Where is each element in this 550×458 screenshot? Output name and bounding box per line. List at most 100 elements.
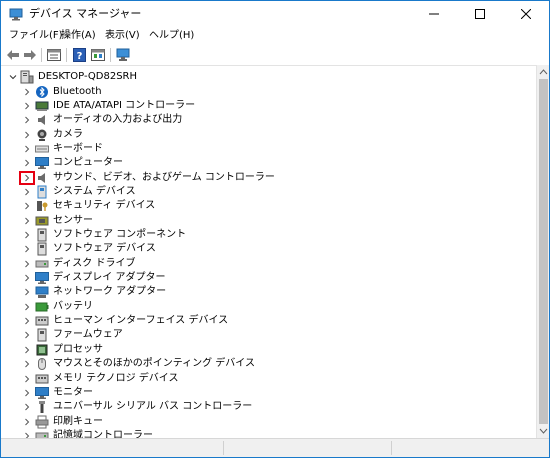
back-button[interactable] xyxy=(5,47,21,63)
processor-icon xyxy=(36,344,48,356)
scroll-thumb[interactable] xyxy=(539,79,548,424)
expand-chevron-icon[interactable] xyxy=(21,113,33,127)
toolbar: ? xyxy=(1,45,549,65)
tree-item-row[interactable]: サウンド、ビデオ、およびゲーム コントローラー xyxy=(1,170,536,185)
expand-chevron-icon[interactable] xyxy=(21,185,33,199)
tree-item-row[interactable]: マウスとそのほかのポインティング デバイス xyxy=(1,357,536,371)
maximize-button[interactable] xyxy=(457,1,503,27)
tree-item-label: プロセッサ xyxy=(53,343,103,355)
menu-file[interactable]: ファイル(F) xyxy=(9,29,63,43)
scroll-down-icon[interactable] xyxy=(539,427,548,435)
help-icon: ? xyxy=(72,48,86,62)
desktop-computer-icon xyxy=(20,70,34,84)
mouse-icon xyxy=(38,358,46,371)
tree-item-row[interactable]: 印刷キュー xyxy=(1,415,536,429)
expand-chevron-icon[interactable] xyxy=(21,314,33,328)
monitor-icon xyxy=(35,386,49,399)
tree-item-row[interactable]: ネットワーク アダプター xyxy=(1,285,536,299)
scroll-up-icon[interactable] xyxy=(539,68,548,76)
device-tree[interactable]: DESKTOP-QD82SRH Bluetooth IDE ATA/ATAPI コ… xyxy=(1,65,536,438)
window-title: デバイス マネージャー xyxy=(29,7,142,20)
tree-item-row[interactable]: ソフトウェア コンポーネント xyxy=(1,228,536,242)
tree-item-label: セキュリティ デバイス xyxy=(53,200,156,212)
tree-item-row[interactable]: 記憶域コントローラー xyxy=(1,429,536,438)
device-manager-window: デバイス マネージャー ファイル(F) 操作(A) 表示(V) ヘルプ(H) ? xyxy=(0,0,550,458)
expand-chevron-icon[interactable] xyxy=(21,99,33,113)
expand-chevron-icon[interactable] xyxy=(21,214,33,228)
device-view-icon xyxy=(91,49,105,61)
storage-controller-icon xyxy=(35,432,49,438)
tree-root-row[interactable]: DESKTOP-QD82SRH xyxy=(1,70,536,84)
expand-chevron-icon[interactable] xyxy=(21,156,33,170)
security-key-icon xyxy=(37,201,48,212)
tree-item-row[interactable]: ファームウェア xyxy=(1,328,536,342)
menu-action[interactable]: 操作(A) xyxy=(61,29,96,43)
close-button[interactable] xyxy=(503,1,549,27)
menu-view[interactable]: 表示(V) xyxy=(105,29,140,43)
tree-item-row[interactable]: オーディオの入力および出力 xyxy=(1,113,536,127)
expand-chevron-icon[interactable] xyxy=(21,142,33,156)
tree-item-row[interactable]: システム デバイス xyxy=(1,185,536,199)
title-bar[interactable]: デバイス マネージャー xyxy=(1,1,549,27)
expand-chevron-icon[interactable] xyxy=(21,199,33,213)
tree-item-label: センサー xyxy=(53,214,93,226)
expand-chevron-icon[interactable] xyxy=(21,271,33,285)
tree-item-row[interactable]: ディスプレイ アダプター xyxy=(1,271,536,285)
minimize-button[interactable] xyxy=(411,1,457,27)
expand-chevron-icon[interactable] xyxy=(21,400,33,414)
tree-item-row[interactable]: バッテリ xyxy=(1,300,536,314)
tree-item-label: バッテリ xyxy=(53,300,93,312)
device-view-button[interactable] xyxy=(90,47,106,63)
back-arrow-icon xyxy=(7,50,19,60)
help-button[interactable]: ? xyxy=(71,47,87,63)
scan-hardware-button[interactable] xyxy=(115,47,131,63)
expand-chevron-icon[interactable] xyxy=(21,429,33,438)
properties-button[interactable] xyxy=(46,47,62,63)
tree-item-label: ヒューマン インターフェイス デバイス xyxy=(53,315,229,327)
tree-item-row[interactable]: ヒューマン インターフェイス デバイス xyxy=(1,314,536,328)
tree-item-label: ユニバーサル シリアル バス コントローラー xyxy=(53,401,253,413)
tree-item-row[interactable]: IDE ATA/ATAPI コントローラー xyxy=(1,99,536,113)
tree-item-row[interactable]: ユニバーサル シリアル バス コントローラー xyxy=(1,400,536,414)
expand-chevron-icon[interactable] xyxy=(21,257,33,271)
tree-item-row[interactable]: セキュリティ デバイス xyxy=(1,199,536,213)
tree-item-row[interactable]: モニター xyxy=(1,386,536,400)
close-icon xyxy=(521,9,531,19)
expand-chevron-icon[interactable] xyxy=(21,372,33,386)
tree-root-label: DESKTOP-QD82SRH xyxy=(38,71,138,82)
expand-chevron-icon[interactable] xyxy=(21,328,33,342)
menu-help[interactable]: ヘルプ(H) xyxy=(149,29,194,43)
expand-chevron-icon[interactable] xyxy=(21,357,33,371)
expand-chevron-icon[interactable] xyxy=(21,343,33,357)
printer-icon xyxy=(35,415,49,429)
tree-item-row[interactable]: カメラ xyxy=(1,128,536,142)
sound-icon xyxy=(38,172,45,183)
collapse-chevron-icon[interactable] xyxy=(7,70,19,84)
expand-chevron-icon[interactable] xyxy=(21,386,33,400)
tree-item-label: カメラ xyxy=(53,128,83,140)
forward-button[interactable] xyxy=(22,47,38,63)
tree-item-row[interactable]: メモリ テクノロジ デバイス xyxy=(1,372,536,386)
tree-item-row[interactable]: プロセッサ xyxy=(1,343,536,357)
tree-item-label: モニター xyxy=(53,386,93,398)
tree-item-label: ディスプレイ アダプター xyxy=(53,272,166,284)
tree-item-row[interactable]: ディスク ドライブ xyxy=(1,257,536,271)
tree-item-label: マウスとそのほかのポインティング デバイス xyxy=(53,358,255,370)
tree-item-row[interactable]: センサー xyxy=(1,214,536,228)
expand-chevron-icon[interactable] xyxy=(21,228,33,242)
expand-chevron-icon[interactable] xyxy=(21,415,33,429)
expand-chevron-icon[interactable] xyxy=(21,128,33,142)
tree-item-row[interactable]: Bluetooth xyxy=(1,85,536,99)
tree-item-label: 記憶域コントローラー xyxy=(53,429,153,438)
expand-chevron-icon[interactable] xyxy=(21,285,33,299)
tree-item-row[interactable]: ソフトウェア デバイス xyxy=(1,242,536,256)
expand-chevron-icon[interactable] xyxy=(21,85,33,99)
vertical-scrollbar[interactable] xyxy=(536,65,549,438)
tree-item-label: Bluetooth xyxy=(53,85,102,97)
tree-item-row[interactable]: キーボード xyxy=(1,142,536,156)
properties-icon xyxy=(47,49,61,61)
expand-chevron-icon[interactable] xyxy=(21,300,33,314)
tree-item-row[interactable]: コンピューター xyxy=(1,156,536,170)
expand-chevron-icon[interactable] xyxy=(21,242,33,256)
usb-icon xyxy=(39,401,45,414)
